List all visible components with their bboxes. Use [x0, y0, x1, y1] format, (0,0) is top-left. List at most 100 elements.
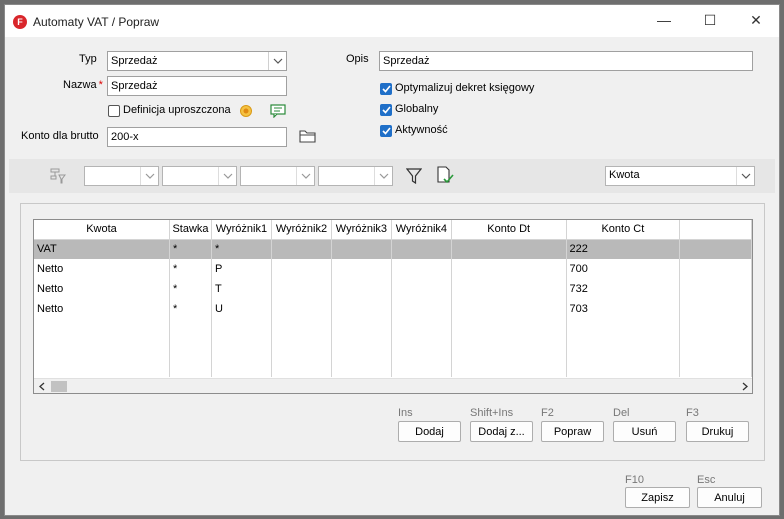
column-header-empty [679, 220, 752, 240]
column-header[interactable]: Stawka [169, 220, 212, 240]
grid-header-row: Kwota Stawka Wyróżnik1 Wyróżnik2 Wyróżni… [34, 220, 752, 240]
typ-select[interactable]: Sprzedaż [107, 51, 287, 71]
column-header[interactable]: Wyróżnik2 [271, 220, 332, 240]
cell-stawka: * [169, 279, 212, 299]
cell-w4 [391, 279, 452, 299]
shortcut-del: Del [613, 407, 630, 419]
column-header[interactable]: Konto Dt [451, 220, 567, 240]
cell-ct: 222 [566, 239, 681, 259]
table-row[interactable]: Netto * P 700 [34, 259, 752, 279]
cell-stawka: * [169, 299, 212, 319]
cell-empty [679, 299, 752, 319]
comment-icon[interactable] [270, 104, 286, 119]
anuluj-button[interactable]: Anuluj [697, 487, 762, 508]
chevron-down-icon[interactable] [374, 167, 392, 185]
lock-icon[interactable] [240, 105, 252, 117]
dodaj-button[interactable]: Dodaj [398, 421, 461, 442]
folder-icon[interactable] [299, 128, 317, 144]
cell-w4 [391, 259, 452, 279]
aktywnosc-checkbox[interactable] [380, 125, 392, 137]
typ-select-value: Sprzedaż [111, 55, 158, 67]
cell-w3 [331, 299, 392, 319]
cell-w2 [271, 239, 332, 259]
horizontal-scrollbar[interactable] [34, 378, 752, 393]
optymalizuj-checkbox[interactable] [380, 83, 392, 95]
filter-settings-icon[interactable] [49, 167, 67, 185]
chevron-down-icon[interactable] [140, 167, 158, 185]
chevron-down-icon[interactable] [296, 167, 314, 185]
nazwa-label-text: Nazwa [63, 79, 97, 91]
filter-combo-3[interactable] [240, 166, 315, 186]
optymalizuj-label: Optymalizuj dekret księgowy [395, 82, 535, 94]
definicja-label: Definicja uproszczona [123, 104, 231, 116]
dialog-content: Typ Sprzedaż Nazwa * Sprzedaż Definicja u… [5, 37, 779, 515]
popraw-button[interactable]: Popraw [541, 421, 604, 442]
close-button[interactable]: ✕ [733, 5, 779, 35]
scroll-left-icon[interactable] [34, 379, 49, 393]
cell-w2 [271, 299, 332, 319]
column-header[interactable]: Wyróżnik1 [211, 220, 272, 240]
cell-stawka: * [169, 239, 212, 259]
shortcut-shift-ins: Shift+Ins [470, 407, 514, 419]
grid-table: Kwota Stawka Wyróżnik1 Wyróżnik2 Wyróżni… [34, 220, 752, 377]
cell-dt [451, 239, 567, 259]
drukuj-button[interactable]: Drukuj [686, 421, 749, 442]
chevron-down-icon[interactable] [736, 167, 754, 185]
shortcut-f10: F10 [625, 474, 644, 486]
cell-ct: 700 [566, 259, 681, 279]
minimize-button[interactable]: — [641, 5, 687, 35]
cell-kwota: VAT [34, 239, 171, 259]
opis-input[interactable]: Sprzedaż [379, 51, 753, 71]
cell-empty [679, 239, 752, 259]
cell-w1: * [211, 239, 272, 259]
cell-dt [451, 299, 567, 319]
chevron-down-icon[interactable] [268, 52, 286, 70]
table-row[interactable]: Netto * T 732 [34, 279, 752, 299]
cell-empty [679, 279, 752, 299]
usun-button[interactable]: Usuń [613, 421, 676, 442]
cell-w2 [271, 279, 332, 299]
cell-w4 [391, 299, 452, 319]
cell-w3 [331, 279, 392, 299]
konto-brutto-input[interactable]: 200-x [107, 127, 287, 147]
opis-label: Opis [346, 53, 369, 65]
filter-combo-1[interactable] [84, 166, 159, 186]
shortcut-f2: F2 [541, 407, 554, 419]
column-header[interactable]: Kwota [34, 220, 171, 240]
typ-label: Typ [79, 53, 97, 65]
filter-combo-4[interactable] [318, 166, 393, 186]
globalny-label: Globalny [395, 103, 439, 115]
definicja-checkbox[interactable] [108, 105, 120, 117]
nazwa-input[interactable]: Sprzedaż [107, 76, 287, 96]
chevron-down-icon[interactable] [218, 167, 236, 185]
cell-w2 [271, 259, 332, 279]
scrollbar-thumb[interactable] [51, 381, 67, 392]
cell-w1: P [211, 259, 272, 279]
globalny-checkbox[interactable] [380, 104, 392, 116]
data-grid[interactable]: Kwota Stawka Wyróżnik1 Wyróżnik2 Wyróżni… [33, 219, 753, 394]
column-header[interactable]: Wyróżnik3 [331, 220, 392, 240]
cell-w3 [331, 259, 392, 279]
filter-combo-2[interactable] [162, 166, 237, 186]
cell-w3 [331, 239, 392, 259]
cell-kwota: Netto [34, 279, 171, 299]
document-check-icon[interactable] [436, 166, 454, 186]
column-header[interactable]: Konto Ct [566, 220, 681, 240]
table-row[interactable]: Netto * U 703 [34, 299, 752, 319]
column-header[interactable]: Wyróżnik4 [391, 220, 452, 240]
scroll-right-icon[interactable] [737, 379, 752, 393]
shortcut-ins: Ins [398, 407, 413, 419]
cell-w1: U [211, 299, 272, 319]
zapisz-button[interactable]: Zapisz [625, 487, 690, 508]
cell-dt [451, 259, 567, 279]
cell-w4 [391, 239, 452, 259]
dodaj-z-button[interactable]: Dodaj z... [470, 421, 533, 442]
maximize-button[interactable]: ☐ [687, 5, 733, 35]
kwota-select[interactable]: Kwota [605, 166, 755, 186]
cell-empty [679, 259, 752, 279]
table-row[interactable]: VAT * * 222 [34, 239, 752, 259]
cell-dt [451, 279, 567, 299]
required-marker: * [98, 79, 103, 91]
filter-toolbar: Kwota [9, 159, 775, 193]
filter-icon[interactable] [405, 167, 423, 185]
